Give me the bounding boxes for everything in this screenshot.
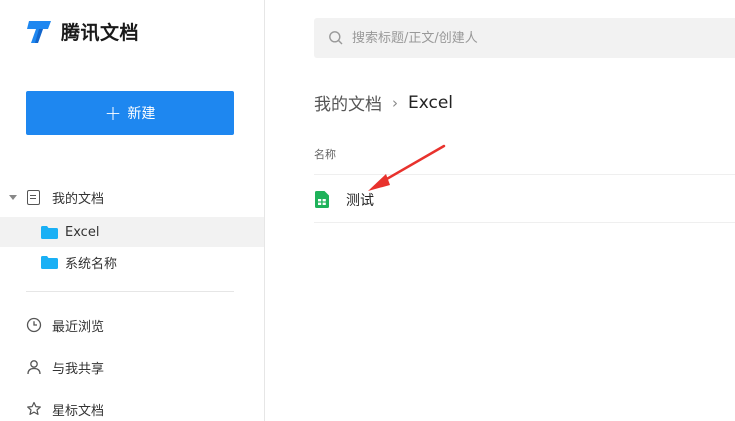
new-button-label: 新建	[127, 106, 156, 122]
breadcrumb-root[interactable]: 我的文档	[314, 90, 382, 115]
tree-item-label: Excel	[65, 224, 100, 240]
clock-icon	[26, 317, 42, 333]
sheet-icon	[315, 191, 329, 208]
folder-icon	[41, 225, 58, 239]
tree-item-my-documents[interactable]: 我的文档	[0, 182, 264, 212]
tree-item-folder-system-name[interactable]: 系统名称	[0, 247, 264, 277]
tree-item-folder-excel[interactable]: Excel	[0, 217, 264, 247]
plus-icon: +	[104, 101, 122, 125]
sidebar: 腾讯文档 + 新建 我的文档 Excel 系统名称 最近浏览 与我共享 星标文档	[0, 0, 265, 421]
search-bar[interactable]	[314, 18, 735, 58]
column-header-name[interactable]: 名称	[314, 146, 336, 162]
breadcrumb: 我的文档 › Excel	[314, 90, 454, 116]
new-button[interactable]: + 新建	[26, 91, 234, 135]
caret-down-icon[interactable]	[9, 194, 17, 200]
row-divider	[314, 222, 735, 223]
breadcrumb-current: Excel	[408, 92, 454, 113]
nav-item-label: 星标文档	[52, 403, 105, 419]
document-icon	[27, 189, 40, 205]
chevron-right-icon: ›	[392, 93, 398, 112]
logo[interactable]: 腾讯文档	[26, 17, 139, 45]
tree-item-label: 系统名称	[65, 256, 118, 272]
sidebar-divider	[26, 291, 234, 292]
star-icon	[27, 401, 41, 415]
nav-item-starred[interactable]: 星标文档	[0, 393, 264, 421]
tree-item-label: 我的文档	[52, 191, 105, 207]
annotation-arrow-icon	[368, 144, 446, 191]
search-icon	[329, 31, 343, 45]
nav-item-label: 最近浏览	[52, 319, 105, 335]
logo-icon	[27, 21, 51, 43]
nav-item-label: 与我共享	[52, 361, 105, 377]
search-input[interactable]	[352, 18, 732, 58]
app-root: 腾讯文档 + 新建 我的文档 Excel 系统名称 最近浏览 与我共享 星标文档…	[0, 0, 735, 421]
folder-icon	[41, 255, 58, 269]
person-icon	[27, 360, 41, 375]
nav-item-shared[interactable]: 与我共享	[0, 351, 264, 383]
nav-item-recent[interactable]: 最近浏览	[0, 309, 264, 341]
app-name: 腾讯文档	[61, 21, 140, 44]
